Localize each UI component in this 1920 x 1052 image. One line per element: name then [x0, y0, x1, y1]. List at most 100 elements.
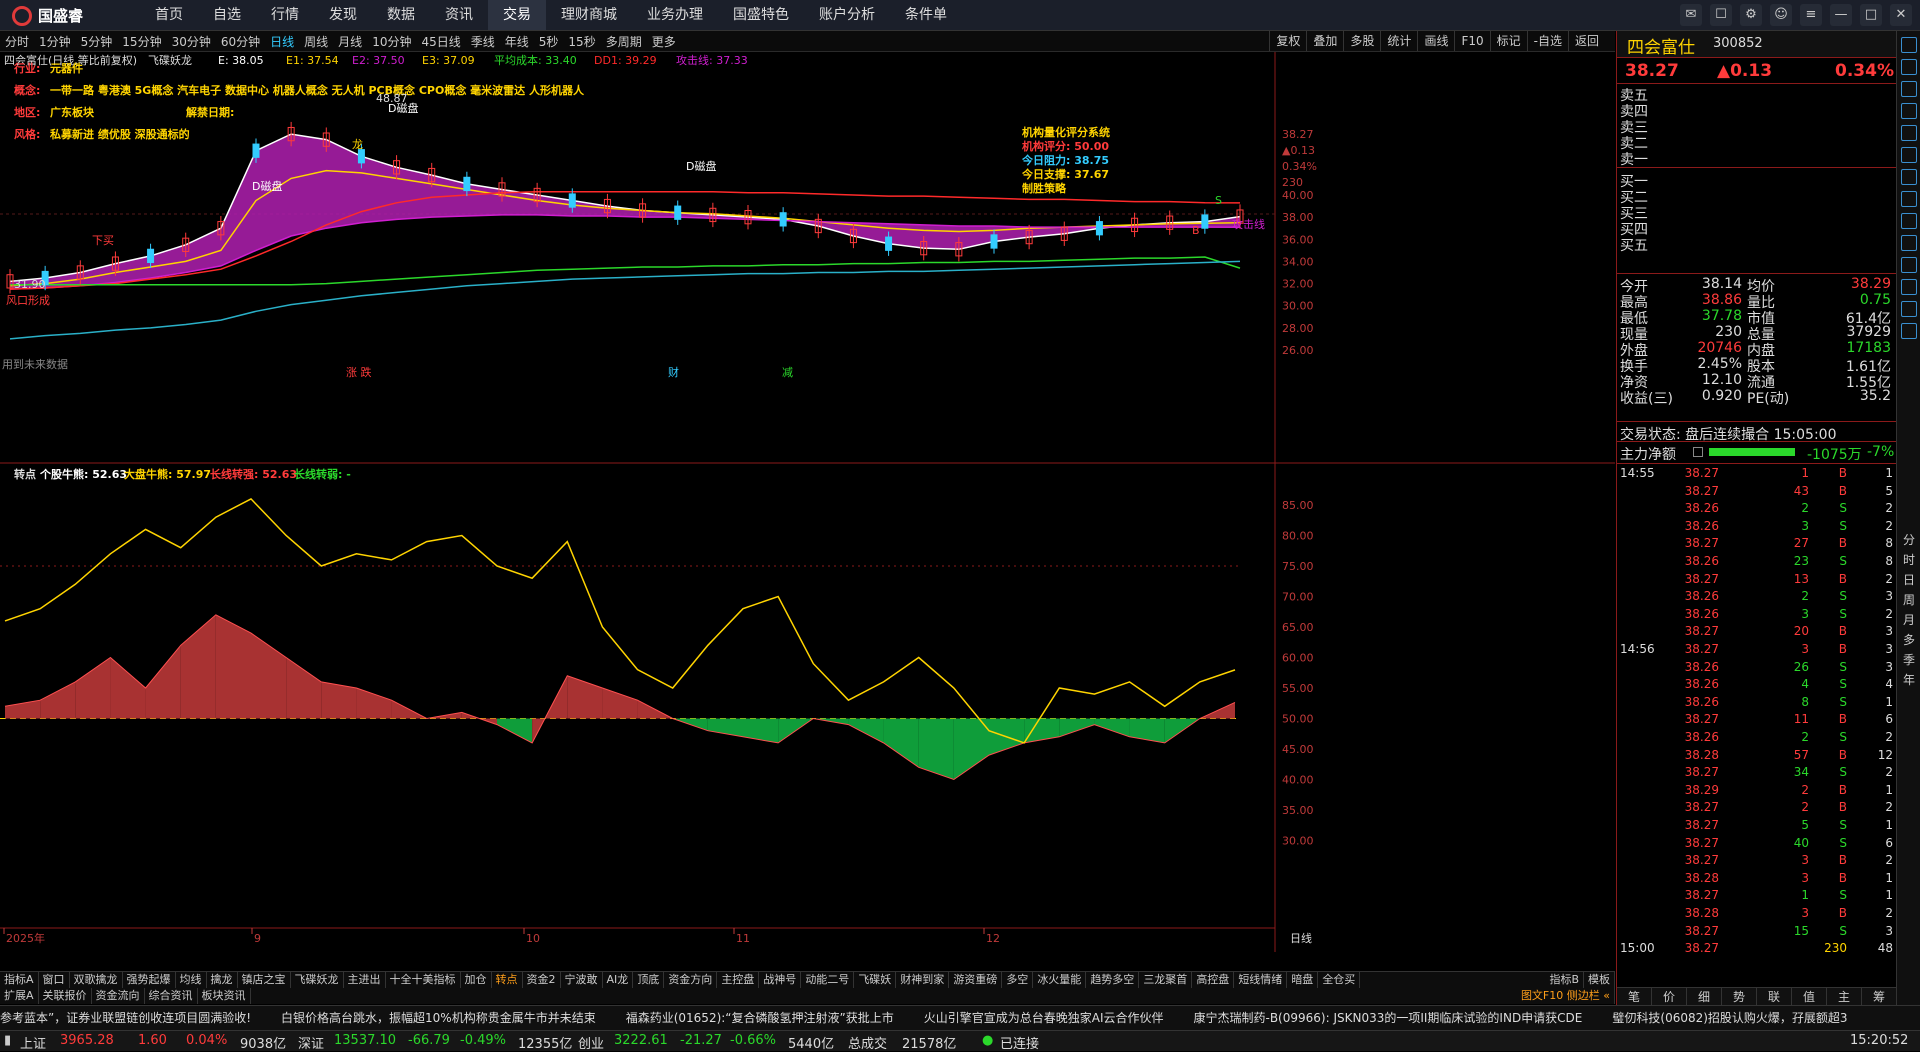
indicator-tab-21[interactable]: 财神到家 — [896, 972, 950, 988]
right-tab-5[interactable]: 值 — [1792, 988, 1827, 1006]
sidebar-period-1[interactable]: 时 — [1897, 551, 1920, 568]
news-item[interactable]: 火山引擎官宣成为总台春晚独家AI云合作伙伴 — [924, 1006, 1164, 1030]
indicator-tab-17[interactable]: 主控盘 — [717, 972, 760, 988]
right-tab-0[interactable]: 笔 — [1617, 988, 1652, 1006]
sidebar-period-0[interactable]: 分 — [1897, 531, 1920, 548]
indicator-tab-24[interactable]: 冰火量能 — [1033, 972, 1087, 988]
period-16[interactable]: 更多 — [647, 33, 681, 50]
message-icon[interactable]: ✉ — [1680, 4, 1702, 26]
indicator-tab-right-0[interactable]: 指标B — [1545, 972, 1584, 988]
sidebar-tool-icon[interactable] — [1901, 235, 1917, 251]
period-10[interactable]: 45日线 — [416, 33, 465, 50]
toolbar-btn-1[interactable]: 叠加 — [1306, 31, 1343, 51]
toolbar-btn-3[interactable]: 统计 — [1380, 31, 1417, 51]
indicator-tab-20[interactable]: 飞碟妖 — [854, 972, 897, 988]
maximize-icon[interactable]: □ — [1860, 4, 1882, 26]
right-tab-1[interactable]: 价 — [1652, 988, 1687, 1006]
sidebar-tool-icon[interactable] — [1901, 125, 1917, 141]
period-4[interactable]: 30分钟 — [167, 33, 216, 50]
toolbar-btn-6[interactable]: 标记 — [1489, 31, 1527, 51]
menu-item-5[interactable]: 资讯 — [430, 0, 488, 30]
period-9[interactable]: 10分钟 — [367, 33, 416, 50]
indicator-tab-26[interactable]: 三龙聚首 — [1139, 972, 1193, 988]
sidebar-tool-icon[interactable] — [1901, 59, 1917, 75]
right-tab-4[interactable]: 联 — [1757, 988, 1792, 1006]
menu-item-7[interactable]: 理财商城 — [546, 0, 632, 30]
indicator-tab-18[interactable]: 战神号 — [759, 972, 802, 988]
sidebar-tool-icon[interactable] — [1901, 323, 1917, 339]
kline-chart[interactable]: 40.00 38.00 36.00 34.00 32.00 30.00 28.00 26.00… — [0, 52, 1615, 464]
indicator-tab-16[interactable]: 资金方向 — [664, 972, 718, 988]
menu-item-11[interactable]: 条件单 — [890, 0, 962, 30]
right-tab-3[interactable]: 势 — [1722, 988, 1757, 1006]
minimize-icon[interactable]: — — [1830, 4, 1852, 26]
netflow-toggle-icon[interactable] — [1693, 447, 1703, 457]
indicator-tab-14[interactable]: AI龙 — [603, 972, 634, 988]
sidebar-period-4[interactable]: 月 — [1897, 611, 1920, 628]
news-item[interactable]: 参考蓝本”，证券业联盟链创收连项目圆满验收! — [0, 1006, 251, 1030]
sidebar-tool-icon[interactable] — [1901, 81, 1917, 97]
indicator-tab-19[interactable]: 动能二号 — [801, 972, 855, 988]
tick-list[interactable]: 14:55 38.27 1 B 1 38.27 43 B 5 38.26 2 S 2 38.26 3 S 2 38… — [1617, 463, 1897, 996]
info-tab-4[interactable]: 板块资讯 — [198, 988, 251, 1004]
right-tab-7[interactable]: 筹 — [1862, 988, 1897, 1006]
indicator-tab-22[interactable]: 游资重磅 — [949, 972, 1003, 988]
sidebar-period-6[interactable]: 季 — [1897, 651, 1920, 668]
toolbar-btn-8[interactable]: 返回 — [1567, 31, 1605, 51]
menu-item-2[interactable]: 行情 — [256, 0, 314, 30]
menu-item-0[interactable]: 首页 — [140, 0, 198, 30]
menu-item-6[interactable]: 交易 — [488, 0, 546, 30]
period-3[interactable]: 15分钟 — [117, 33, 166, 50]
period-6[interactable]: 日线 — [265, 33, 299, 50]
settings-icon[interactable]: ⚙ — [1740, 4, 1762, 26]
toolbar-btn-0[interactable]: 复权 — [1269, 31, 1306, 51]
sidebar-tool-icon[interactable] — [1901, 213, 1917, 229]
period-2[interactable]: 5分钟 — [76, 33, 118, 50]
indicator-tab-27[interactable]: 高控盘 — [1192, 972, 1235, 988]
indicator-tab-9[interactable]: 十全十美指标 — [386, 972, 461, 988]
news-item[interactable]: 福森药业(01652):“复合磷酸氢押注射液”获批上市 — [626, 1006, 894, 1030]
period-1[interactable]: 1分钟 — [34, 33, 76, 50]
sidebar-tool-icon[interactable] — [1901, 301, 1917, 317]
indicator-tab-10[interactable]: 加仓 — [461, 972, 492, 988]
period-15[interactable]: 多周期 — [601, 33, 647, 50]
sidebar-period-3[interactable]: 周 — [1897, 591, 1920, 608]
right-tab-2[interactable]: 细 — [1687, 988, 1722, 1006]
indicator-tab-5[interactable]: 擒龙 — [207, 972, 238, 988]
menu-item-9[interactable]: 国盛特色 — [718, 0, 804, 30]
toolbar-btn-2[interactable]: 多股 — [1343, 31, 1380, 51]
indicator-tab-right-1[interactable]: 模板 — [1584, 972, 1615, 988]
news-item[interactable]: 白银价格高台跳水，振幅超10%机构称贵金属牛市并未结束 — [281, 1006, 596, 1030]
indicator-tab-7[interactable]: 飞碟妖龙 — [291, 972, 344, 988]
indicator-chart[interactable]: 85.00 80.00 75.00 70.00 65.00 60.00 55.00 50.00… — [0, 464, 1615, 952]
news-item[interactable]: 康宁杰瑞制药-B(09966): JSKN033的一项II期临床试验的IND申请… — [1193, 1006, 1582, 1030]
info-tab-3[interactable]: 综合资讯 — [145, 988, 198, 1004]
info-tab-0[interactable]: 扩展A — [0, 988, 39, 1004]
menu-item-8[interactable]: 业务办理 — [632, 0, 718, 30]
indicator-tab-23[interactable]: 多空 — [1002, 972, 1034, 988]
toolbar-btn-4[interactable]: 画线 — [1417, 31, 1454, 51]
right-tab-6[interactable]: 主 — [1827, 988, 1862, 1006]
period-12[interactable]: 年线 — [500, 33, 534, 50]
indicator-tab-2[interactable]: 双歌擒龙 — [70, 972, 123, 988]
menu-item-1[interactable]: 自选 — [198, 0, 256, 30]
period-0[interactable]: 分时 — [0, 33, 34, 50]
indicator-tab-0[interactable]: 指标A — [0, 972, 39, 988]
toolbar-btn-7[interactable]: -自选 — [1526, 31, 1568, 51]
indicator-tab-1[interactable]: 窗口 — [39, 972, 70, 988]
menu-item-3[interactable]: 发现 — [314, 0, 372, 30]
indicator-tab-6[interactable]: 镇店之宝 — [238, 972, 291, 988]
close-icon[interactable]: ✕ — [1890, 4, 1912, 26]
indicator-tab-28[interactable]: 短线情绪 — [1234, 972, 1288, 988]
menu-item-4[interactable]: 数据 — [372, 0, 430, 30]
indicator-tab-3[interactable]: 强势起爆 — [123, 972, 176, 988]
sidebar-tool-icon[interactable] — [1901, 169, 1917, 185]
period-13[interactable]: 5秒 — [534, 33, 564, 50]
sidebar-tool-icon[interactable] — [1901, 191, 1917, 207]
period-5[interactable]: 60分钟 — [216, 33, 265, 50]
ask-row[interactable]: 卖一 — [1617, 149, 1897, 168]
sidebar-period-2[interactable]: 日 — [1897, 571, 1920, 588]
indicator-tab-15[interactable]: 顶底 — [633, 972, 665, 988]
info-tab-1[interactable]: 关联报价 — [39, 988, 92, 1004]
indicator-tab-13[interactable]: 宁波敢 — [561, 972, 603, 988]
